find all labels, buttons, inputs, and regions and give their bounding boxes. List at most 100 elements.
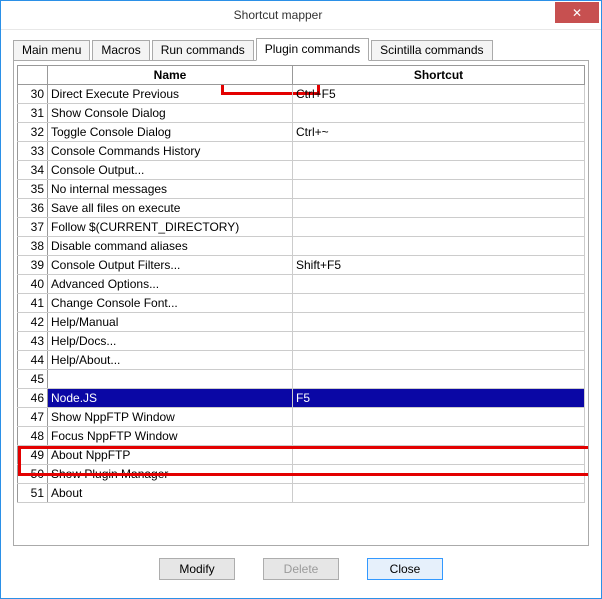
command-name-cell: Focus NppFTP Window: [48, 427, 293, 446]
command-name-cell: Disable command aliases: [48, 237, 293, 256]
shortcut-cell: [293, 370, 585, 389]
table-row[interactable]: 32Toggle Console DialogCtrl+~: [18, 123, 585, 142]
row-number: 38: [18, 237, 48, 256]
shortcut-cell: [293, 199, 585, 218]
row-number: 44: [18, 351, 48, 370]
shortcut-cell: Ctrl+F5: [293, 85, 585, 104]
command-name-cell: Help/Manual: [48, 313, 293, 332]
window-close-button[interactable]: ✕: [555, 2, 599, 23]
table-row[interactable]: 37Follow $(CURRENT_DIRECTORY): [18, 218, 585, 237]
table-row[interactable]: 43Help/Docs...: [18, 332, 585, 351]
tab-plugin-commands[interactable]: Plugin commands: [256, 38, 369, 61]
table-row[interactable]: 50Show Plugin Manager: [18, 465, 585, 484]
shortcut-cell: [293, 351, 585, 370]
shortcut-cell: [293, 446, 585, 465]
shortcut-grid-scroll[interactable]: Name Shortcut 30Direct Execute PreviousC…: [17, 65, 585, 541]
row-number: 42: [18, 313, 48, 332]
command-name-cell: Save all files on execute: [48, 199, 293, 218]
table-row[interactable]: 41Change Console Font...: [18, 294, 585, 313]
row-number: 35: [18, 180, 48, 199]
command-name-cell: Help/Docs...: [48, 332, 293, 351]
table-row[interactable]: 33Console Commands History: [18, 142, 585, 161]
command-name-cell: Advanced Options...: [48, 275, 293, 294]
row-number: 47: [18, 408, 48, 427]
shortcut-cell: [293, 180, 585, 199]
modify-button[interactable]: Modify: [159, 558, 235, 580]
dialog-button-row: Modify Delete Close: [13, 546, 589, 588]
table-row[interactable]: 51About: [18, 484, 585, 503]
close-button[interactable]: Close: [367, 558, 443, 580]
tab-run-commands[interactable]: Run commands: [152, 40, 254, 61]
table-row[interactable]: 31Show Console Dialog: [18, 104, 585, 123]
table-row[interactable]: 42Help/Manual: [18, 313, 585, 332]
table-header-row: Name Shortcut: [18, 66, 585, 85]
table-row[interactable]: 36Save all files on execute: [18, 199, 585, 218]
table-row[interactable]: 48Focus NppFTP Window: [18, 427, 585, 446]
shortcut-mapper-window: Shortcut mapper ✕ Main menuMacrosRun com…: [0, 0, 602, 599]
delete-button: Delete: [263, 558, 339, 580]
row-number: 50: [18, 465, 48, 484]
table-row[interactable]: 35No internal messages: [18, 180, 585, 199]
command-name-cell: Follow $(CURRENT_DIRECTORY): [48, 218, 293, 237]
command-name-cell: [48, 370, 293, 389]
row-number: 36: [18, 199, 48, 218]
shortcut-cell: [293, 484, 585, 503]
row-number: 30: [18, 85, 48, 104]
rownum-header: [18, 66, 48, 85]
shortcut-cell: Shift+F5: [293, 256, 585, 275]
row-number: 51: [18, 484, 48, 503]
client-area: Main menuMacrosRun commandsPlugin comman…: [1, 30, 601, 598]
shortcut-cell: [293, 332, 585, 351]
command-name-cell: Show Plugin Manager: [48, 465, 293, 484]
table-row[interactable]: 47Show NppFTP Window: [18, 408, 585, 427]
tab-main-menu[interactable]: Main menu: [13, 40, 90, 61]
table-row[interactable]: 46Node.JSF5: [18, 389, 585, 408]
shortcut-grid-container: Name Shortcut 30Direct Execute PreviousC…: [13, 60, 589, 546]
row-number: 43: [18, 332, 48, 351]
shortcut-cell: [293, 465, 585, 484]
command-name-cell: Help/About...: [48, 351, 293, 370]
row-number: 48: [18, 427, 48, 446]
shortcut-cell: [293, 408, 585, 427]
table-row[interactable]: 44Help/About...: [18, 351, 585, 370]
name-header[interactable]: Name: [48, 66, 293, 85]
table-row[interactable]: 39Console Output Filters...Shift+F5: [18, 256, 585, 275]
shortcut-cell: [293, 294, 585, 313]
window-title: Shortcut mapper: [1, 8, 555, 22]
shortcut-cell: [293, 161, 585, 180]
command-name-cell: Node.JS: [48, 389, 293, 408]
tab-macros[interactable]: Macros: [92, 40, 149, 61]
row-number: 45: [18, 370, 48, 389]
table-body: 30Direct Execute PreviousCtrl+F531Show C…: [18, 85, 585, 503]
command-name-cell: About NppFTP: [48, 446, 293, 465]
row-number: 46: [18, 389, 48, 408]
command-name-cell: Toggle Console Dialog: [48, 123, 293, 142]
table-row[interactable]: 30Direct Execute PreviousCtrl+F5: [18, 85, 585, 104]
command-name-cell: Show Console Dialog: [48, 104, 293, 123]
row-number: 37: [18, 218, 48, 237]
table-row[interactable]: 38Disable command aliases: [18, 237, 585, 256]
close-icon: ✕: [572, 6, 582, 20]
command-name-cell: Console Commands History: [48, 142, 293, 161]
shortcut-cell: [293, 142, 585, 161]
row-number: 39: [18, 256, 48, 275]
command-name-cell: No internal messages: [48, 180, 293, 199]
tab-scintilla-commands[interactable]: Scintilla commands: [371, 40, 492, 61]
table-row[interactable]: 45: [18, 370, 585, 389]
command-name-cell: Console Output Filters...: [48, 256, 293, 275]
row-number: 31: [18, 104, 48, 123]
shortcut-header[interactable]: Shortcut: [293, 66, 585, 85]
row-number: 34: [18, 161, 48, 180]
table-row[interactable]: 49About NppFTP: [18, 446, 585, 465]
command-name-cell: Console Output...: [48, 161, 293, 180]
shortcut-cell: [293, 427, 585, 446]
shortcut-cell: [293, 104, 585, 123]
shortcut-cell: F5: [293, 389, 585, 408]
table-row[interactable]: 34Console Output...: [18, 161, 585, 180]
command-name-cell: Show NppFTP Window: [48, 408, 293, 427]
row-number: 49: [18, 446, 48, 465]
shortcut-cell: [293, 237, 585, 256]
command-name-cell: Direct Execute Previous: [48, 85, 293, 104]
command-name-cell: Change Console Font...: [48, 294, 293, 313]
table-row[interactable]: 40Advanced Options...: [18, 275, 585, 294]
